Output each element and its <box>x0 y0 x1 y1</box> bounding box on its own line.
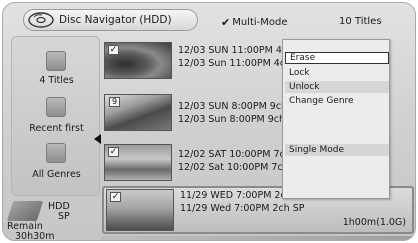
sidebar-item-label: Recent first <box>29 123 84 134</box>
checkmark-icon: ✓ <box>110 192 121 202</box>
sidebar-item-label: All Genres <box>32 169 81 180</box>
storage-info: HDD SP Remain 30h30m <box>3 198 101 241</box>
recording-mode: SP <box>58 211 70 222</box>
title-number: 9 <box>109 97 120 107</box>
checkmark-icon: ✔ <box>221 16 231 29</box>
title-line-1: 12/02 SAT 10:00PM 7ch <box>178 149 291 160</box>
hdd-icon <box>6 201 44 221</box>
remain-value: 30h30m <box>15 231 55 241</box>
list-icon <box>46 51 66 71</box>
menu-item-single-mode[interactable]: Single Mode <box>285 144 389 156</box>
multi-mode-indicator: ✔ Multi-Mode <box>221 16 288 29</box>
menu-item-erase[interactable]: Erase <box>285 52 389 64</box>
title-line-1: 12/03 SUN 11:00PM 4c <box>178 45 288 56</box>
title-line-2: 12/03 Sun 8:00PM 9ch <box>178 114 286 125</box>
menu-item-unlock[interactable]: Unlock <box>285 81 389 93</box>
page-title: Disc Navigator (HDD) <box>59 14 172 26</box>
title-line-1: 12/03 SUN 8:00PM 9ch <box>178 101 288 112</box>
checkmark-icon: ✓ <box>108 45 119 55</box>
title-thumbnail: 9 <box>104 94 172 131</box>
title-pill: Disc Navigator (HDD) <box>23 9 198 31</box>
menu-item-lock[interactable]: Lock <box>285 67 389 79</box>
context-menu: Erase Lock Unlock Change Genre Single Mo… <box>282 39 390 199</box>
sidebar-item-label: 4 Titles <box>39 75 74 86</box>
left-arrow-icon <box>94 134 101 144</box>
multi-mode-label: Multi-Mode <box>232 17 288 28</box>
bottom-bar <box>101 236 415 240</box>
title-line-2: 12/03 Sun 11:00PM 4c <box>178 58 286 69</box>
title-thumbnail: ✓ <box>104 144 172 181</box>
title-thumbnail: ✓ <box>104 42 172 79</box>
disc-navigator-screen: Disc Navigator (HDD) ✔ Multi-Mode 10 Tit… <box>2 2 416 241</box>
header: Disc Navigator (HDD) ✔ Multi-Mode 10 Tit… <box>3 3 415 33</box>
left-panel: 4 Titles Recent first All Genres <box>11 36 100 196</box>
menu-item-change-genre[interactable]: Change Genre <box>285 95 389 107</box>
title-duration: 1h00m(1.0G) <box>342 217 406 228</box>
title-line-2: 12/02 Sat 10:00PM 7ch <box>178 162 289 173</box>
title-count: 10 Titles <box>339 16 382 27</box>
title-thumbnail: ✓ <box>106 189 174 231</box>
disc-icon <box>28 12 54 28</box>
checkmark-icon: ✓ <box>108 147 119 157</box>
title-line-2: 11/29 Wed 7:00PM 2ch SP <box>180 203 305 214</box>
genre-icon <box>46 143 66 163</box>
sort-icon <box>46 97 66 117</box>
